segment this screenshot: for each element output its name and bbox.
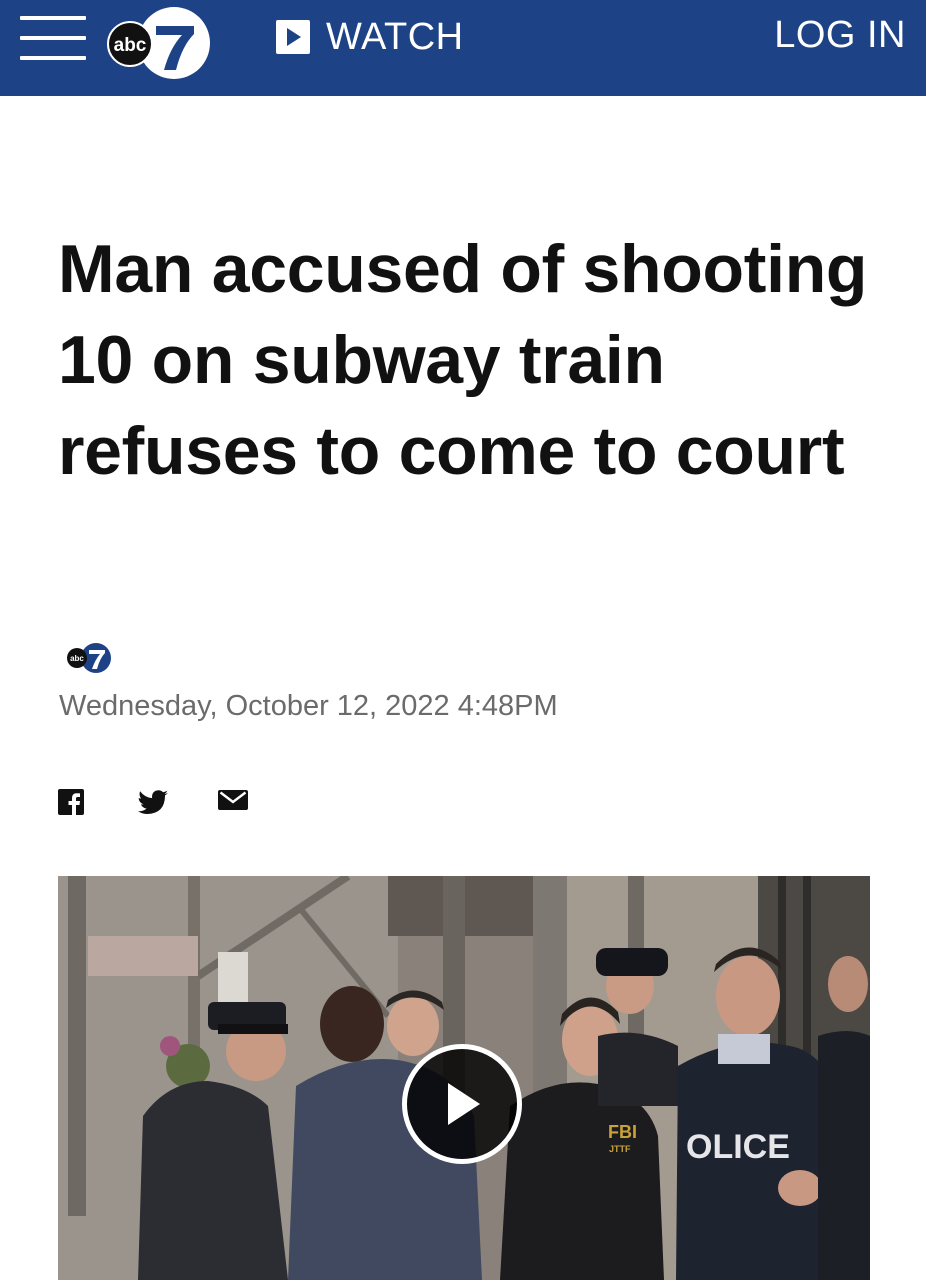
play-button[interactable]	[402, 1044, 522, 1164]
watch-label: WATCH	[326, 15, 464, 58]
fbi-patch-text: FBI	[608, 1122, 637, 1142]
watch-link[interactable]: WATCH	[276, 14, 464, 60]
source-logo: abc	[67, 643, 111, 673]
article-headline: Man accused of shooting 10 on subway tra…	[58, 231, 868, 489]
login-link[interactable]: LOG IN	[774, 14, 906, 57]
play-icon	[448, 1083, 480, 1125]
article-date: Wednesday, October 12, 2022 4:48PM	[59, 690, 558, 722]
facebook-icon[interactable]	[58, 789, 84, 815]
email-icon[interactable]	[218, 790, 248, 810]
top-navigation-bar: abc WATCH LOG IN	[0, 0, 926, 96]
twitter-icon[interactable]	[138, 790, 168, 814]
jttf-patch-text: JTTF	[609, 1144, 631, 1154]
logo-text: abc	[114, 35, 147, 56]
source-logo-text: abc	[70, 654, 84, 663]
hamburger-menu-icon[interactable]	[20, 16, 86, 60]
play-square-icon	[276, 20, 310, 54]
police-jacket-text: OLICE	[686, 1128, 790, 1166]
abc7-logo[interactable]: abc	[104, 4, 214, 84]
